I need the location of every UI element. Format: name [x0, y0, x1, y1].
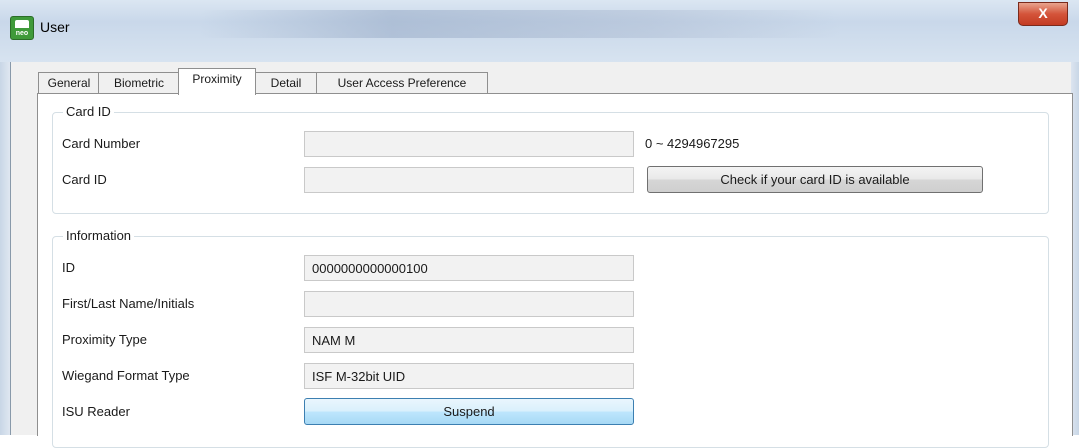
- app-icon-text: neo: [15, 30, 29, 37]
- card-id-group: Card ID: [52, 104, 1049, 214]
- proximity-tab-panel: Card ID Card Number 0 ~ 4294967295 Card …: [37, 93, 1073, 448]
- window-title: User: [40, 19, 70, 35]
- proximity-type-label: Proximity Type: [62, 332, 148, 347]
- card-number-field[interactable]: [304, 131, 634, 157]
- window-left-frame: [0, 62, 10, 435]
- id-label: ID: [62, 260, 75, 275]
- check-card-id-button[interactable]: Check if your card ID is available: [647, 166, 983, 193]
- suspend-button[interactable]: Suspend: [304, 398, 634, 425]
- name-field[interactable]: [304, 291, 634, 317]
- close-button[interactable]: X: [1018, 2, 1068, 26]
- user-window: neo User X General Biometric Proximity D…: [0, 0, 1079, 448]
- wiegand-format-field[interactable]: ISF M-32bit UID: [304, 363, 634, 389]
- tab-general[interactable]: General: [38, 72, 100, 94]
- name-label: First/Last Name/Initials: [62, 296, 195, 311]
- card-id-field[interactable]: [304, 167, 634, 193]
- tab-user-access-preference[interactable]: User Access Preference: [316, 72, 488, 94]
- title-bar-background: [200, 10, 840, 38]
- card-id-group-legend: Card ID: [63, 104, 114, 119]
- tab-proximity[interactable]: Proximity: [178, 68, 256, 95]
- wiegand-format-label: Wiegand Format Type: [62, 368, 190, 383]
- app-icon: neo: [10, 16, 34, 40]
- card-number-range-hint: 0 ~ 4294967295: [645, 136, 740, 151]
- card-id-label: Card ID: [62, 172, 107, 187]
- information-group-legend: Information: [63, 228, 135, 243]
- tab-biometric[interactable]: Biometric: [98, 72, 180, 94]
- card-number-label: Card Number: [62, 136, 141, 151]
- tab-detail[interactable]: Detail: [254, 72, 318, 94]
- proximity-type-field[interactable]: NAM M: [304, 327, 634, 353]
- title-bar[interactable]: neo User X: [0, 0, 1079, 62]
- isu-reader-label: ISU Reader: [62, 404, 130, 419]
- id-field[interactable]: 0000000000000100: [304, 255, 634, 281]
